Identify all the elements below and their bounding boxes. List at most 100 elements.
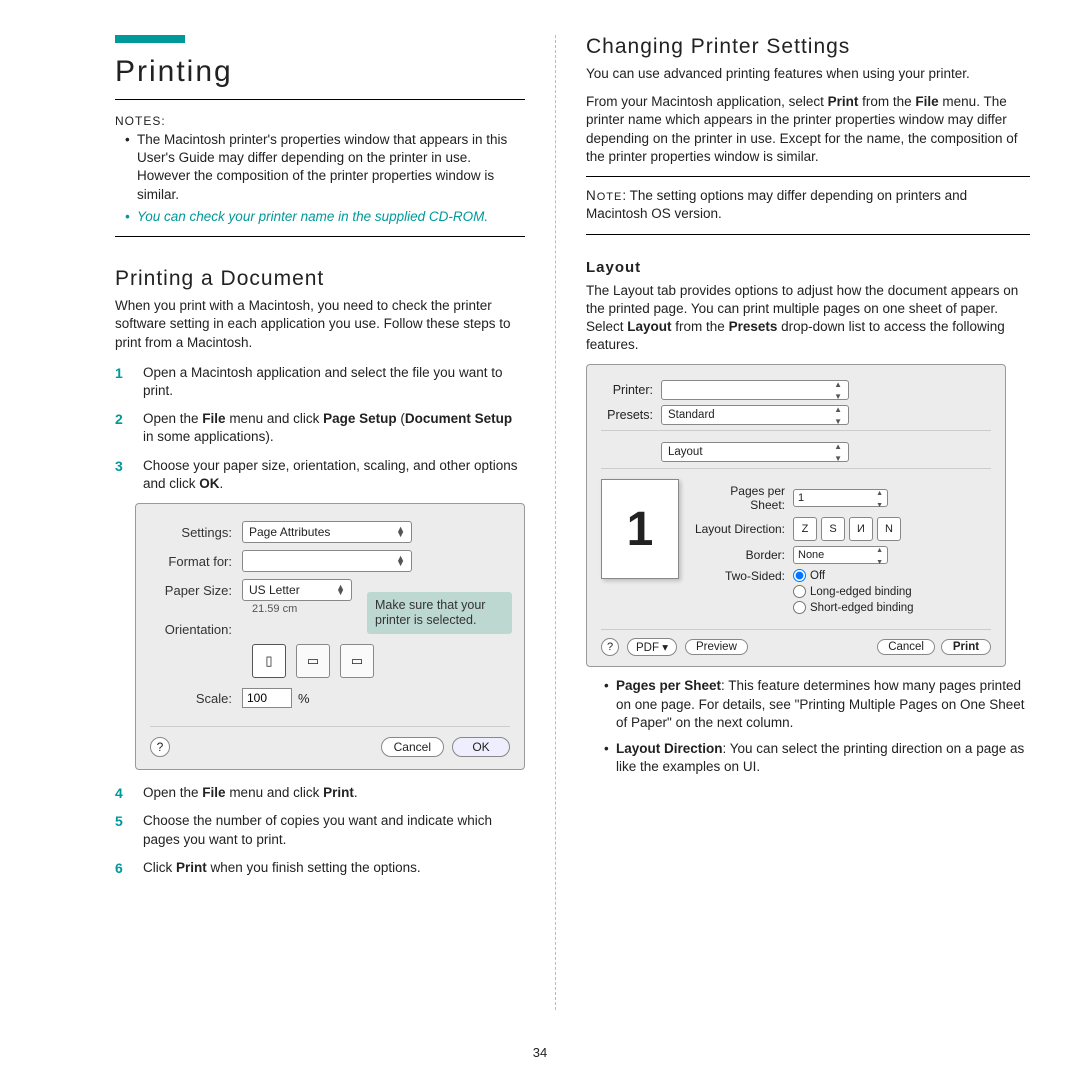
- select-value: Standard: [668, 409, 715, 421]
- updown-icon: [396, 527, 405, 538]
- note-box: NOTE: The setting options may differ dep…: [586, 187, 1030, 223]
- subsection-title: Changing Printer Settings: [586, 35, 1030, 59]
- two-sided-label: Two-Sided:: [693, 569, 793, 583]
- note-item: You can check your printer name in the s…: [125, 208, 525, 226]
- select-value: 1: [798, 492, 804, 504]
- orientation-portrait-button[interactable]: ▯: [252, 644, 286, 678]
- print-button[interactable]: Print: [941, 639, 991, 655]
- printer-select[interactable]: [661, 380, 849, 400]
- step-number: 2: [115, 410, 123, 429]
- orientation-label: Orientation:: [150, 622, 242, 637]
- pdf-button[interactable]: PDF ▾: [627, 638, 677, 656]
- direction-z-button[interactable]: Z: [793, 517, 817, 541]
- two-sided-short-radio[interactable]: Short-edged binding: [793, 601, 914, 614]
- select-value: Page Attributes: [249, 525, 330, 539]
- format-for-select[interactable]: [242, 550, 412, 572]
- steps-list-cont: 4Open the File menu and click Print. 5 Ch…: [115, 784, 525, 877]
- preview-button[interactable]: Preview: [685, 639, 748, 655]
- step-number: 4: [115, 784, 123, 803]
- updown-icon: [834, 378, 842, 402]
- page-title: Printing: [115, 55, 525, 89]
- steps-list: 1Open a Macintosh application and select…: [115, 364, 525, 493]
- step-number: 5: [115, 812, 123, 831]
- select-value: Layout: [668, 446, 703, 458]
- paper-size-label: Paper Size:: [150, 583, 242, 598]
- notes-list: The Macintosh printer's properties windo…: [125, 131, 525, 226]
- feature-item: Layout Direction: You can select the pri…: [604, 740, 1030, 776]
- divider: [586, 176, 1030, 177]
- ok-button[interactable]: OK: [452, 737, 510, 757]
- callout-bubble: Make sure that your printer is selected.: [367, 592, 512, 634]
- step-item: 2Open the File menu and click Page Setup…: [115, 410, 525, 446]
- scale-pct: %: [298, 691, 310, 706]
- border-select[interactable]: None: [793, 546, 888, 564]
- landscape-rev-icon: ▭: [351, 653, 363, 669]
- divider: [586, 234, 1030, 235]
- border-label: Border:: [693, 548, 793, 562]
- direction-n1-button[interactable]: И: [849, 517, 873, 541]
- direction-n2-button[interactable]: N: [877, 517, 901, 541]
- body-text: The Layout tab provides options to adjus…: [586, 282, 1030, 355]
- step-item: 1Open a Macintosh application and select…: [115, 364, 525, 400]
- panel-select[interactable]: Layout: [661, 442, 849, 462]
- updown-icon: [396, 556, 405, 567]
- step-item: 3Choose your paper size, orientation, sc…: [115, 457, 525, 493]
- settings-select[interactable]: Page Attributes: [242, 521, 412, 543]
- orientation-landscape-button[interactable]: ▭: [296, 644, 330, 678]
- orientation-landscape-rev-button[interactable]: ▭: [340, 644, 374, 678]
- help-button[interactable]: ?: [601, 638, 619, 656]
- direction-icon: И: [857, 523, 865, 535]
- print-dialog: Printer: Presets: Standard Layout 1 Page…: [586, 364, 1006, 667]
- direction-s-button[interactable]: S: [821, 517, 845, 541]
- feature-lead: Layout Direction: [616, 741, 723, 756]
- two-sided-long-radio[interactable]: Long-edged binding: [793, 585, 914, 598]
- direction-icon: N: [885, 523, 893, 535]
- body-text: You can use advanced printing features w…: [586, 65, 1030, 83]
- portrait-icon: ▯: [265, 653, 272, 669]
- paper-size-select[interactable]: US Letter: [242, 579, 352, 601]
- step-number: 1: [115, 364, 123, 383]
- feature-lead: Pages per Sheet: [616, 678, 721, 693]
- note-item: The Macintosh printer's properties windo…: [125, 131, 525, 204]
- updown-icon: [336, 585, 345, 596]
- presets-label: Presets:: [601, 408, 661, 422]
- direction-icon: S: [829, 523, 836, 535]
- cancel-button[interactable]: Cancel: [877, 639, 935, 655]
- page-setup-dialog: Settings: Page Attributes Format for: Pa…: [135, 503, 525, 770]
- pps-select[interactable]: 1: [793, 489, 888, 507]
- divider: [115, 99, 525, 100]
- format-for-label: Format for:: [150, 554, 242, 569]
- presets-select[interactable]: Standard: [661, 405, 849, 425]
- updown-icon: [876, 486, 883, 510]
- accent-bar: [115, 35, 185, 43]
- step-item: 5 Choose the number of copies you want an…: [115, 812, 525, 848]
- page-number: 34: [0, 1045, 1080, 1060]
- scale-label: Scale:: [150, 691, 242, 706]
- dir-label: Layout Direction:: [693, 522, 793, 536]
- step-text: Choose the number of copies you want and…: [143, 813, 492, 846]
- updown-icon: [876, 543, 883, 567]
- feature-item: Pages per Sheet: This feature determines…: [604, 677, 1030, 732]
- radio-label: Short-edged binding: [810, 602, 914, 614]
- body-text: When you print with a Macintosh, you nee…: [115, 297, 525, 352]
- divider: [115, 236, 525, 237]
- settings-label: Settings:: [150, 525, 242, 540]
- radio-label: Off: [810, 570, 825, 582]
- layout-heading: Layout: [586, 259, 1030, 276]
- select-value: None: [798, 549, 824, 561]
- step-item: 6Click Print when you finish setting the…: [115, 859, 525, 877]
- help-button[interactable]: ?: [150, 737, 170, 757]
- two-sided-off-radio[interactable]: Off: [793, 569, 914, 582]
- pps-label: Pages per Sheet:: [693, 484, 793, 512]
- step-number: 3: [115, 457, 123, 476]
- updown-icon: [834, 440, 842, 464]
- preview-thumb: 1: [601, 479, 679, 579]
- printer-label: Printer:: [601, 383, 661, 397]
- cancel-button[interactable]: Cancel: [381, 737, 444, 757]
- select-value: US Letter: [249, 583, 300, 597]
- step-item: 4Open the File menu and click Print.: [115, 784, 525, 802]
- step-number: 6: [115, 859, 123, 878]
- scale-input[interactable]: [242, 688, 292, 708]
- radio-label: Long-edged binding: [810, 586, 912, 598]
- feature-list: Pages per Sheet: This feature determines…: [604, 677, 1030, 776]
